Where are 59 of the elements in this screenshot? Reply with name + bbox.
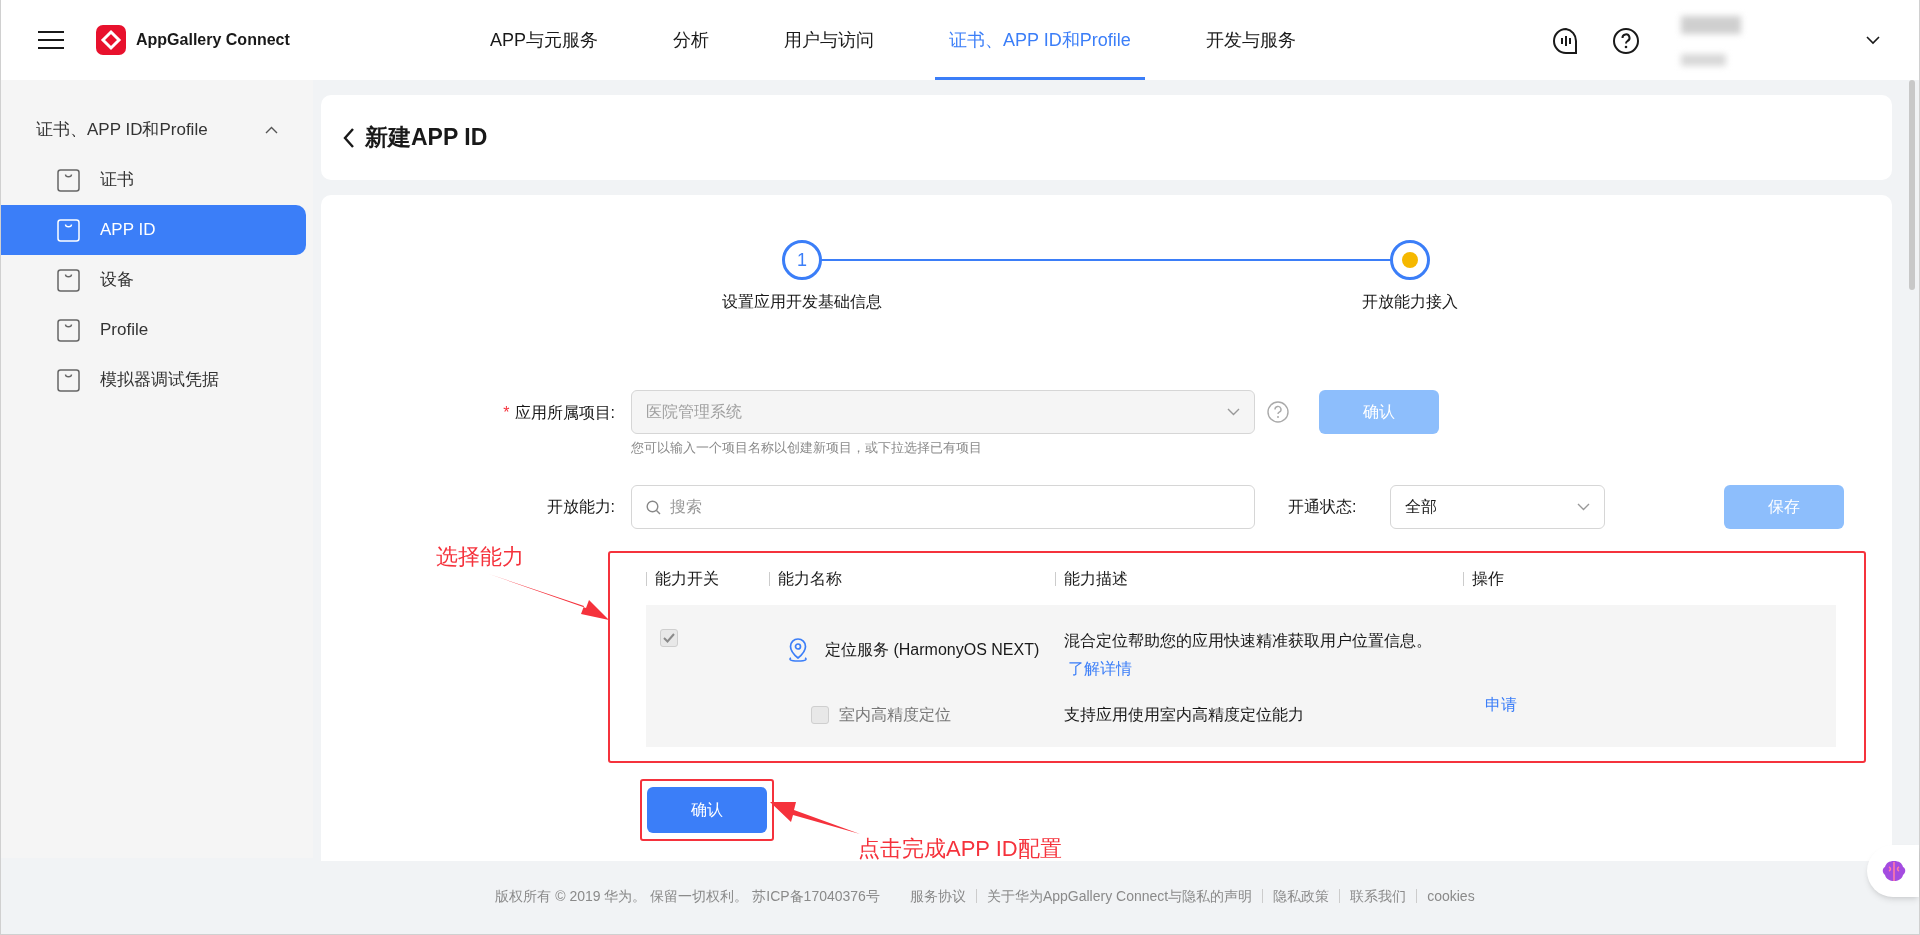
footer-link[interactable]: 联系我们 bbox=[1350, 885, 1407, 907]
chevron-down-icon bbox=[1227, 408, 1240, 416]
capability-name: 室内高精度定位 bbox=[839, 704, 951, 725]
sidebar-group[interactable]: 证书、APP ID和Profile bbox=[1, 105, 306, 155]
column-header: 操作 bbox=[1472, 568, 1504, 589]
field-label: 应用所属项目: bbox=[514, 403, 615, 423]
chevron-down-icon[interactable] bbox=[1866, 36, 1880, 45]
help-icon[interactable] bbox=[1612, 27, 1640, 55]
bag-icon bbox=[57, 218, 80, 242]
step-label: 设置应用开发基础信息 bbox=[721, 292, 883, 312]
column-header: 能力描述 bbox=[1064, 568, 1128, 589]
status-select[interactable]: 全部 bbox=[1390, 484, 1605, 529]
bag-icon bbox=[57, 318, 80, 342]
required-mark: * bbox=[503, 403, 510, 423]
logo-text: AppGallery Connect bbox=[136, 30, 291, 50]
footer-link[interactable]: cookies bbox=[1427, 885, 1475, 907]
footer-link[interactable]: 关于华为AppGallery Connect与隐私的声明 bbox=[986, 885, 1253, 907]
feedback-icon[interactable] bbox=[1552, 27, 1580, 55]
hint-text: 您可以输入一个项目名称以创建新项目，或下拉选择已有项目 bbox=[631, 440, 983, 457]
annotation-text: 选择能力 bbox=[436, 543, 524, 571]
field-label: 开放能力: bbox=[545, 496, 616, 517]
nav-tab[interactable]: 证书、APP ID和Profile bbox=[935, 0, 1145, 80]
nav-tab[interactable]: 用户与访问 bbox=[770, 0, 889, 80]
bag-icon bbox=[57, 368, 80, 392]
step-marker: 1 bbox=[782, 240, 822, 280]
footer-link[interactable]: 服务协议 bbox=[909, 885, 966, 907]
assistant-button[interactable] bbox=[1867, 845, 1919, 897]
search-icon bbox=[646, 499, 661, 515]
search-field[interactable]: 搜索 bbox=[631, 484, 1255, 529]
brain-icon bbox=[1881, 859, 1907, 883]
sidebar-item[interactable]: Profile bbox=[1, 305, 306, 355]
scrollbar[interactable] bbox=[1909, 80, 1915, 290]
annotation-text: 点击完成APP ID配置 bbox=[858, 835, 1062, 863]
confirm-button[interactable]: 确认 bbox=[647, 786, 767, 833]
page-title: 新建APP ID bbox=[365, 123, 488, 153]
menu-icon[interactable] bbox=[38, 30, 64, 50]
bag-icon bbox=[57, 168, 80, 192]
bag-icon bbox=[57, 268, 80, 292]
back-icon[interactable] bbox=[343, 126, 355, 149]
nav-tab[interactable]: APP与元服务 bbox=[476, 0, 613, 80]
column-header: 能力开关 bbox=[655, 568, 719, 589]
chevron-down-icon bbox=[1577, 502, 1590, 511]
chevron-up-icon bbox=[265, 126, 278, 134]
column-header: 能力名称 bbox=[778, 568, 842, 589]
nav-tab[interactable]: 分析 bbox=[659, 0, 724, 80]
sidebar-item[interactable]: 证书 bbox=[1, 155, 306, 205]
copyright-text: 版权所有 © 2019 华为。 保留一切权利。 苏ICP备17040376号 bbox=[495, 886, 880, 906]
capability-description: 支持应用使用室内高精度定位能力 bbox=[1064, 705, 1304, 723]
capability-name: 定位服务 (HarmonyOS NEXT) bbox=[825, 639, 1040, 660]
field-label: 开通状态: bbox=[1288, 496, 1358, 517]
capability-description: 混合定位帮助您的应用快速精准获取用户位置信息。 bbox=[1064, 630, 1432, 651]
step-label: 开放能力接入 bbox=[1361, 292, 1459, 312]
logo-icon bbox=[96, 25, 126, 55]
location-pin-icon bbox=[787, 636, 809, 663]
nav-tab[interactable]: 开发与服务 bbox=[1191, 0, 1310, 80]
sidebar-item[interactable]: APP ID bbox=[1, 205, 306, 255]
sidebar-item[interactable]: 模拟器调试凭据 bbox=[1, 355, 306, 405]
footer-link[interactable]: 隐私政策 bbox=[1273, 885, 1330, 907]
sidebar-item[interactable]: 设备 bbox=[1, 255, 306, 305]
